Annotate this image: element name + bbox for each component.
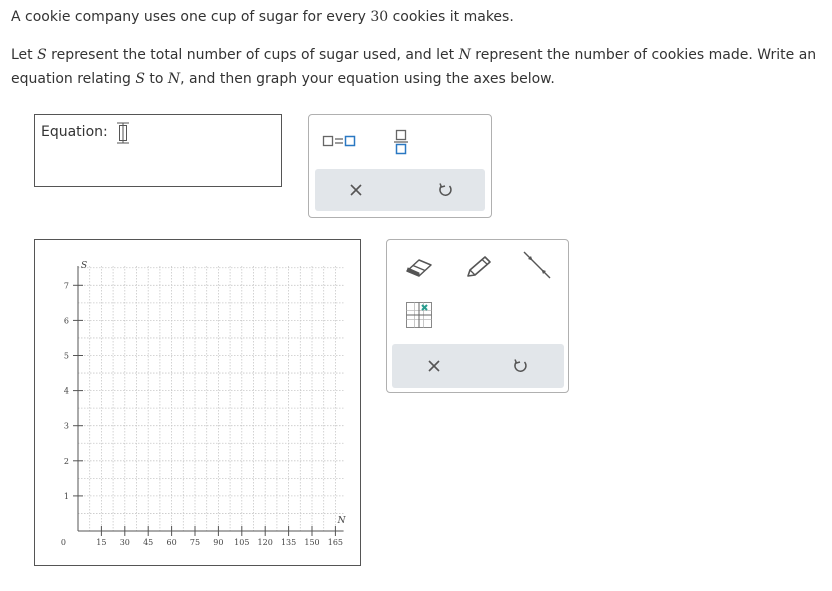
- equation-label: Equation:: [41, 124, 108, 140]
- x-tick-label: 45: [143, 538, 153, 547]
- graph-area[interactable]: 15 30 45 60 75 90 105 120 135 150 165 1 2 3 4 5 6 7 0 N S: [34, 239, 361, 566]
- y-tick-label: 7: [64, 281, 69, 290]
- question-line-2: Let S represent the total number of cups…: [11, 47, 817, 63]
- clear-icon[interactable]: [349, 183, 363, 197]
- x-tick-label: 60: [167, 538, 177, 547]
- line-tool-icon[interactable]: [522, 250, 552, 280]
- symbol-panel: [308, 114, 492, 218]
- y-tick-label: 2: [64, 457, 69, 466]
- eraser-icon[interactable]: [404, 256, 434, 278]
- graph-action-bar: [392, 344, 564, 388]
- x-tick-label: 90: [213, 538, 223, 547]
- equation-input[interactable]: [117, 122, 129, 144]
- question-line-1: A cookie company uses one cup of sugar f…: [11, 9, 514, 25]
- y-tick-label: 3: [64, 422, 69, 431]
- x-tick-label: 75: [190, 538, 200, 547]
- x-tick-label: 150: [304, 538, 319, 547]
- undo-icon[interactable]: [512, 358, 528, 374]
- x-axis-name: N: [337, 516, 347, 526]
- clear-icon[interactable]: [427, 359, 441, 373]
- fraction-template-icon[interactable]: [393, 128, 409, 156]
- origin-label: 0: [61, 538, 66, 547]
- equals-template-icon[interactable]: [321, 132, 361, 150]
- graph-canvas[interactable]: 15 30 45 60 75 90 105 120 135 150 16512345670NS: [35, 240, 360, 565]
- x-tick-label: 30: [120, 538, 130, 547]
- x-tick-label: 165: [328, 538, 343, 547]
- undo-icon[interactable]: [437, 182, 453, 198]
- x-tick-label: 120: [258, 538, 273, 547]
- x-tick-label: 15: [96, 538, 106, 547]
- y-tick-label: 4: [64, 387, 69, 396]
- x-tick-label: 105: [234, 538, 249, 547]
- y-tick-label: 1: [64, 492, 69, 501]
- y-axis-name: S: [81, 261, 87, 271]
- y-tick-label: 5: [64, 352, 69, 361]
- point-grid-icon[interactable]: [405, 301, 433, 329]
- x-tick-label: 135: [281, 538, 296, 547]
- equation-box: Equation:: [34, 114, 282, 187]
- symbol-action-bar: [315, 169, 485, 211]
- graph-tools-panel: [386, 239, 569, 393]
- question-line-3: equation relating S to N, and then graph…: [11, 71, 555, 87]
- y-tick-label: 6: [64, 316, 69, 325]
- pencil-icon[interactable]: [464, 254, 494, 280]
